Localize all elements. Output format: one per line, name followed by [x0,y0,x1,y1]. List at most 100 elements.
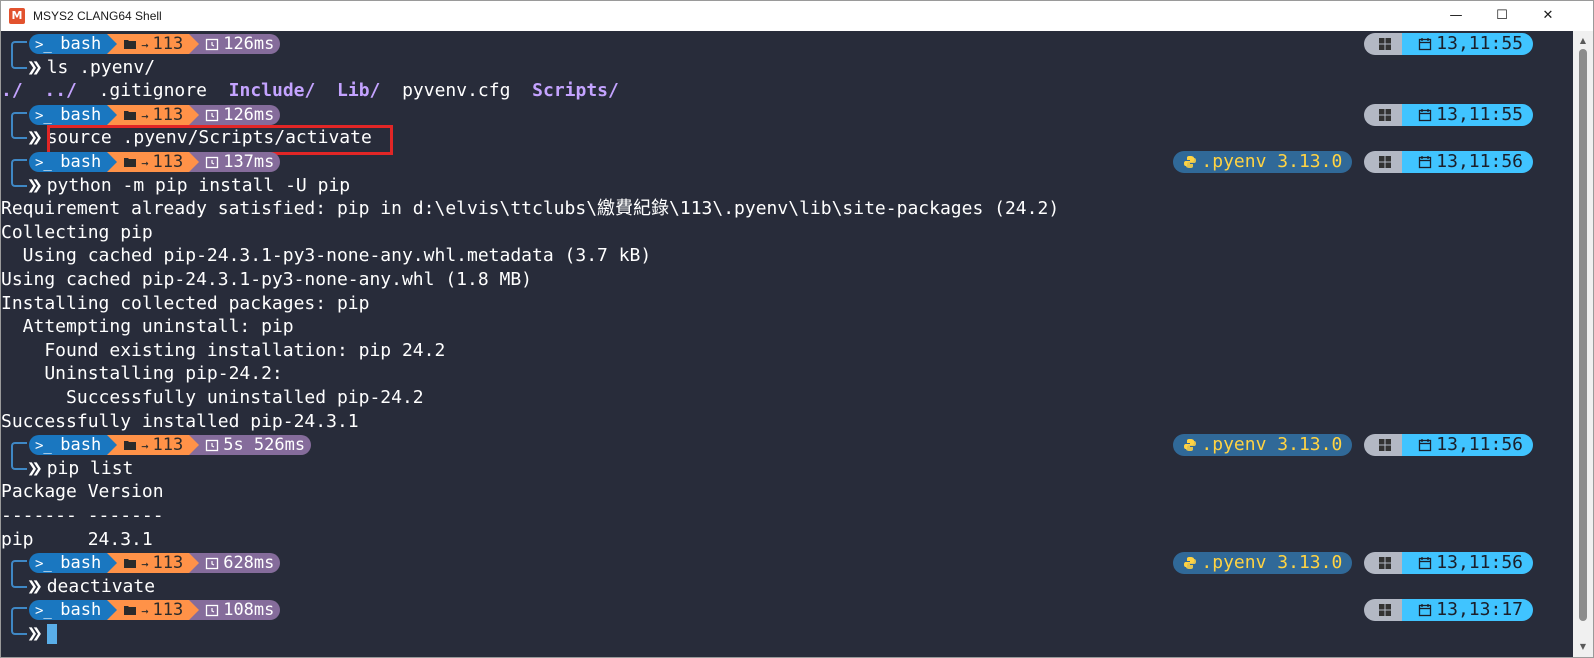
dir-name: 113 [152,553,184,574]
terminal-prompt-icon: >_ [35,556,61,573]
powerline-separator [189,553,200,574]
output-line: Successfully installed pip-24.3.1 [1,410,359,432]
prompt-corner-bottom [11,125,27,140]
prompt-right-segments: 13,11:55 [1364,103,1533,126]
maximize-button[interactable]: ☐ [1479,1,1525,31]
powerline-separator [189,104,200,125]
os-segment [1364,552,1405,575]
prompt-corner-top [11,560,27,575]
shell-name: bash [60,104,102,125]
prompt-dir-segment: → 113 [117,553,190,574]
scroll-down-arrow-icon[interactable]: ▼ [1573,639,1593,655]
powerline-separator [107,435,118,456]
timer-icon [205,435,223,455]
scrollbar-thumb[interactable] [1579,49,1587,621]
prompt-shell-segment: >_ bash [29,104,108,125]
windows-icon [1378,434,1396,455]
prompt-duration-segment: 628ms [199,553,281,574]
prompt-corner-bottom [11,54,27,69]
windows-icon [1378,104,1396,125]
msys2-app-icon: M [9,8,25,24]
os-segment [1364,599,1405,622]
os-segment [1364,151,1405,173]
python-env-label: .pyenv 3.13.0 [1201,151,1343,172]
directory-entry: ../ [44,80,77,102]
command-line[interactable]: ❯❯ [1,621,57,646]
shell-name: bash [60,600,102,621]
prompt-shell-segment: >_ bash [29,152,108,172]
prompt-line: >_ bash → 113 126ms [1,103,281,127]
powerline-separator [107,600,118,621]
command-line[interactable]: ❯❯ pip list [1,455,133,481]
os-segment [1364,103,1405,126]
terminal-window: M MSYS2 CLANG64 Shell — ☐ ✕ >_ bash → 113 1… [0,0,1594,658]
python-env-label: .pyenv 3.13.0 [1201,552,1343,574]
vertical-scrollbar[interactable]: ▲ ▼ [1573,31,1593,657]
prompt-dir-segment: → 113 [117,104,190,125]
folder-arrow-icon: → [123,435,152,455]
output-line: pip 24.3.1 [1,528,153,550]
command-line[interactable]: ❯❯ python -m pip install -U pip [1,172,351,198]
prompt-dir-segment: → 113 [117,435,190,456]
powerline-separator [107,104,118,125]
powerline-separator [107,553,118,574]
output-line: Requirement already satisfied: pip in d:… [1,198,1060,220]
terminal-cursor[interactable] [46,624,57,644]
shell-name: bash [60,553,102,574]
clock-time: 13,11:56 [1436,151,1523,172]
folder-arrow-icon: → [123,34,152,54]
prompt-chevron-icon: ❯❯ [27,575,43,597]
prompt-dir-segment: → 113 [117,600,190,621]
windows-icon [1378,151,1396,172]
shell-name: bash [60,152,102,172]
clock-segment: 13,11:56 [1402,552,1533,575]
output-line: Installing collected packages: pip [1,292,370,314]
powerline-separator [189,435,200,456]
command-line[interactable]: ❯❯ deactivate [1,573,156,599]
calendar-icon [1418,151,1436,172]
prompt-right-segments: 13,11:55 [1364,33,1533,55]
command-duration: 126ms [223,104,275,125]
calendar-icon [1418,33,1436,54]
output-line: Using cached pip-24.3.1-py3-none-any.whl… [1,245,652,267]
prompt-line: >_ bash → 113 5s 526ms [1,433,312,457]
prompt-chevron-icon: ❯❯ [27,457,43,479]
prompt-corner-top [11,442,27,457]
prompt-dir-segment: → 113 [117,34,190,54]
powerline-separator [107,34,118,54]
calendar-icon [1418,552,1436,573]
ls-output-line: ./ ../ .gitignore Include/ Lib/ pyvenv.c… [1,79,619,103]
windows-icon [1378,599,1396,620]
terminal-output-area[interactable]: >_ bash → 113 126ms 13,11:55 ❯❯ ls .pyenv/./ .… [1,31,1573,657]
os-segment [1364,33,1405,55]
dir-name: 113 [152,104,184,125]
prompt-shell-segment: >_ bash [29,435,108,456]
close-button[interactable]: ✕ [1525,1,1571,31]
timer-icon [205,600,223,620]
command-text: deactivate [46,575,156,597]
prompt-duration-segment: 5s 526ms [199,435,312,456]
prompt-chevron-icon: ❯❯ [27,56,43,78]
prompt-corner-bottom [11,172,27,187]
prompt-dir-segment: → 113 [117,152,190,172]
title-bar[interactable]: M MSYS2 CLANG64 Shell — ☐ ✕ [1,1,1593,31]
minimize-button[interactable]: — [1433,1,1479,31]
folder-arrow-icon: → [123,600,152,620]
python-icon [1183,434,1201,455]
folder-arrow-icon: → [123,152,152,172]
prompt-corner-top [11,607,27,622]
timer-icon [205,105,223,125]
prompt-line: >_ bash → 113 628ms [1,551,281,575]
prompt-line: >_ bash → 113 137ms [1,150,281,174]
prompt-shell-segment: >_ bash [29,553,108,574]
prompt-right-segments: .pyenv 3.13.0 13,11:56 [1173,434,1533,457]
python-icon [1183,552,1201,573]
command-text: python -m pip install -U pip [46,174,351,196]
prompt-chevron-icon: ❯❯ [27,127,43,149]
prompt-duration-segment: 126ms [199,104,281,125]
calendar-icon [1418,104,1436,125]
scroll-up-arrow-icon[interactable]: ▲ [1573,33,1593,49]
output-line: Successfully uninstalled pip-24.2 [1,387,424,408]
clock-segment: 13,11:55 [1402,33,1533,55]
command-line[interactable]: ❯❯ ls .pyenv/ [1,54,155,80]
